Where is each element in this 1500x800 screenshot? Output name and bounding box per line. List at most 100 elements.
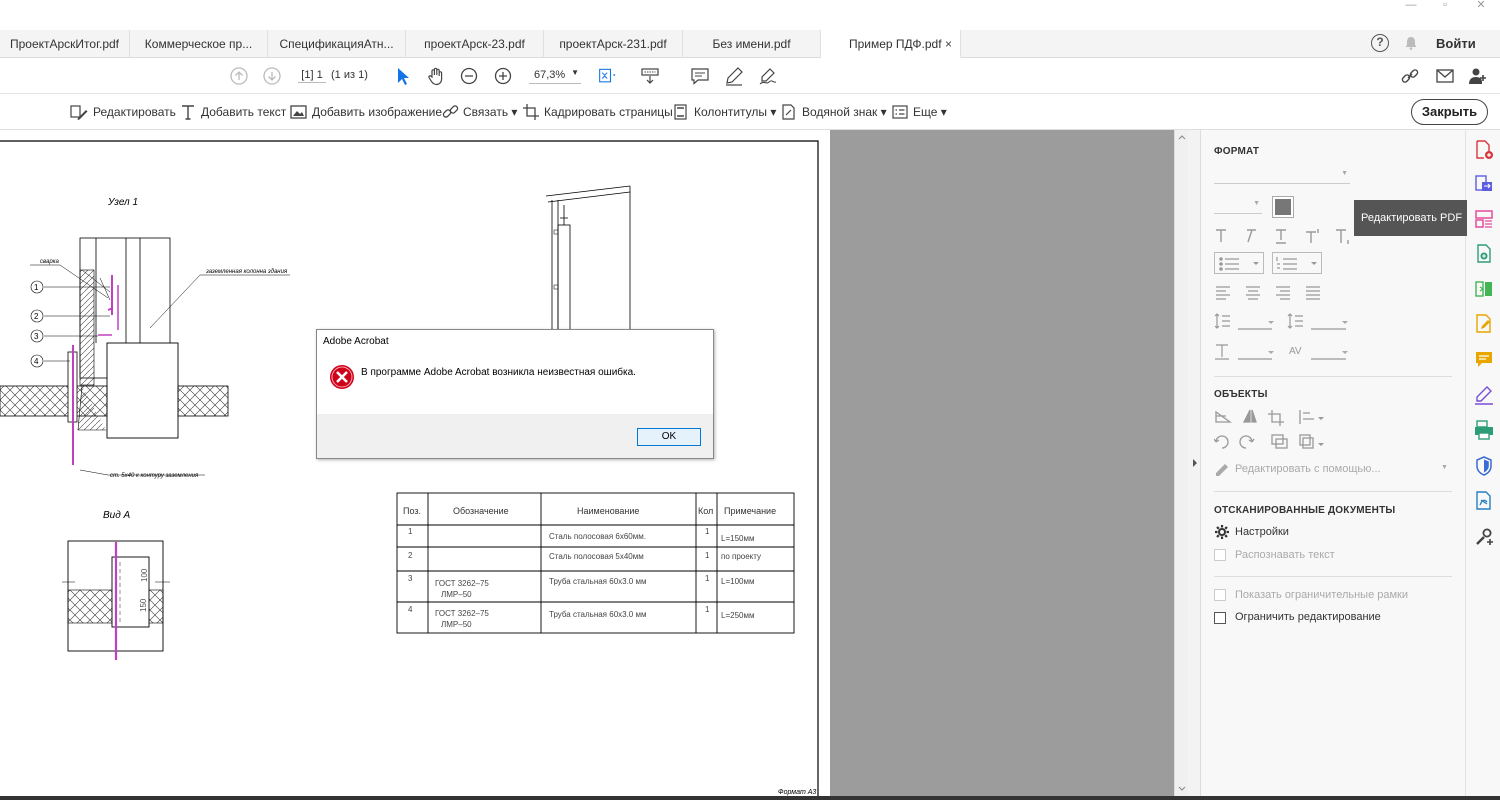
close-window-button[interactable]: ✕ [1466,0,1496,14]
bell-icon[interactable] [1404,36,1418,50]
table-cell: L=100мм [721,577,754,586]
vertical-scrollbar[interactable] [1174,130,1188,796]
table-cell-designation: ГОСТ 3262–75 ЛМР–50 [435,609,489,629]
font-size-select[interactable]: ▼ [1214,198,1262,214]
email-icon[interactable] [1435,66,1455,86]
more-button[interactable]: Еще ▾ [892,94,952,130]
share-link-icon[interactable] [1400,66,1420,86]
object-tools-icons[interactable] [1214,408,1334,454]
table-header-pos: Поз. [403,506,421,516]
restrict-editing-checkbox[interactable] [1214,612,1226,624]
tab-proekt-arsk-23[interactable]: проектАрск-23.pdf [406,30,544,58]
panel-collapse-handle[interactable] [1188,130,1200,796]
tab-specifikaciya[interactable]: СпецификацияАтн... [268,30,406,58]
main-toolbar: [1] 1 (1 из 1) 67,3% ▼ [0,58,1500,94]
image-icon [290,105,307,119]
text-style-icons[interactable] [1214,227,1354,245]
chevron-down-icon: ▼ [1341,170,1348,177]
page-number-input[interactable]: [1] 1 [298,69,326,83]
svg-text:AV: AV [1289,346,1302,357]
edit-pdf-icon[interactable] [1474,209,1494,229]
help-icon[interactable]: ? [1371,34,1389,52]
tab-label: проектАрск-231.pdf [559,37,667,51]
table-cell: 2 [408,551,413,560]
pencil-icon [1216,464,1228,476]
print-production-icon[interactable] [1474,420,1494,440]
edit-pdf-tooltip: Редактировать PDF [1354,200,1467,236]
scroll-mode-icon[interactable] [640,66,660,86]
organize-pages-icon[interactable] [1474,279,1494,299]
table-header-qty: Кол [698,506,713,516]
font-color-picker[interactable] [1272,196,1294,218]
protect-shield-icon[interactable] [1474,456,1494,476]
spacing-controls[interactable]: AV [1214,312,1394,372]
add-user-icon[interactable] [1468,66,1488,86]
tab-proekt-arsk-231[interactable]: проектАрск-231.pdf [544,30,683,58]
prev-page-icon[interactable] [229,66,249,86]
scroll-down-icon[interactable] [1175,784,1189,794]
add-text-button[interactable]: Добавить текст [180,94,286,130]
select-cursor-icon[interactable] [393,66,413,86]
tab-primer-pdf[interactable]: Пример ПДФ.pdf × [821,30,961,58]
zoom-in-icon[interactable] [493,66,513,86]
add-image-button[interactable]: Добавить изображение [290,94,442,130]
ok-button[interactable]: OK [637,428,701,446]
comment-tool-icon[interactable] [1474,349,1494,369]
table-header-name: Наименование [577,506,639,516]
settings-link[interactable]: Настройки [1235,526,1289,538]
edit-toolbar: Редактировать Добавить текст Добавить из… [0,94,1500,130]
tab-label: СпецификацияАтн... [279,37,394,51]
tab-label: Коммерческое пр... [144,37,253,51]
highlight-pen-icon[interactable] [724,66,744,86]
table-cell: 1 [408,527,413,536]
callout-2: 2 [34,312,39,321]
tab-bez-imeni[interactable]: Без имени.pdf [683,30,821,58]
tab-proekt-arsk-itog[interactable]: ПроектАрскИтог.pdf [0,30,130,58]
signin-button[interactable]: Войти [1436,30,1476,58]
restore-button[interactable]: ▫ [1430,0,1460,14]
scroll-up-icon[interactable] [1175,132,1189,142]
close-tool-button[interactable]: Закрыть [1411,99,1488,125]
drawing-canvas: Узел 1 сварка заземленная колонна здания… [0,140,819,796]
fit-page-icon[interactable] [598,66,618,86]
zoom-out-icon[interactable] [459,66,479,86]
minimize-button[interactable]: — [1396,0,1426,14]
header-footer-button[interactable]: Колонтитулы ▾ [673,94,776,130]
dialog-message: В программе Adobe Acrobat возникла неизв… [361,367,636,378]
tools-rail [1465,130,1500,796]
bullet-list-select[interactable] [1214,252,1264,274]
tab-kommercheskoe[interactable]: Коммерческое пр... [130,30,268,58]
sign-icon[interactable] [758,66,778,86]
create-pdf-icon[interactable] [1474,140,1494,160]
font-family-select[interactable]: ▼ [1214,168,1350,184]
fill-sign-icon[interactable] [1474,314,1494,334]
table-cell: 1 [705,605,710,614]
recognize-text-checkbox[interactable] [1214,549,1226,561]
combine-files-icon[interactable] [1474,244,1494,264]
view-a-drawing [62,540,170,660]
link-button[interactable]: Связать ▾ [442,94,517,130]
next-page-icon[interactable] [262,66,282,86]
show-bounds-label: Показать ограничительные рамки [1235,589,1409,601]
alignment-icons[interactable] [1214,284,1324,300]
chevron-down-icon[interactable]: ▼ [1441,464,1448,471]
pdf-page[interactable]: Узел 1 сварка заземленная колонна здания… [0,130,830,796]
zoom-select[interactable]: 67,3% ▼ [529,68,581,84]
comment-icon[interactable] [690,66,710,86]
more-tools-icon[interactable] [1474,527,1494,547]
crop-pages-button[interactable]: Кадрировать страницы [523,94,673,130]
hand-tool-icon[interactable] [426,66,446,86]
tab-close-icon[interactable]: × [945,30,952,57]
export-pdf-icon[interactable] [1474,173,1494,193]
accessibility-pdf-icon[interactable] [1474,491,1494,511]
edit-tool-button[interactable]: Редактировать [70,94,176,130]
numbered-list-select[interactable] [1272,252,1322,274]
show-bounds-checkbox[interactable] [1214,589,1226,601]
table-cell: 1 [705,527,710,536]
send-signature-icon[interactable] [1474,385,1494,405]
table-cell: Сталь полосовая 5х40мм [549,552,644,561]
table-cell: L=150мм [721,534,754,543]
dimension-150: 150 [139,598,148,612]
watermark-button[interactable]: Водяной знак ▾ [781,94,887,130]
ground-label: ст. 5х40 к контуру заземления [110,473,199,479]
